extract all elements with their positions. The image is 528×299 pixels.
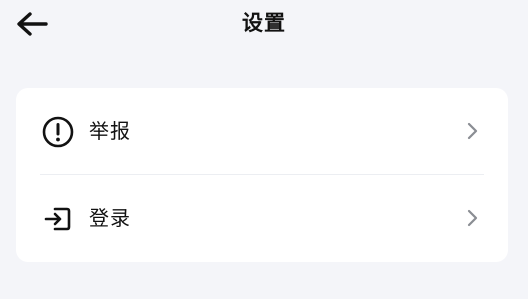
- login-icon: [44, 207, 71, 231]
- alert-circle-icon: [42, 116, 74, 148]
- page-title: 设置: [242, 11, 286, 35]
- settings-card: 举报 登录: [16, 88, 508, 262]
- settings-item-label: 举报: [89, 119, 131, 143]
- chevron-right-icon: [467, 122, 478, 140]
- settings-item-login[interactable]: 登录: [16, 175, 508, 261]
- settings-item-label: 登录: [89, 206, 131, 230]
- settings-item-report[interactable]: 举报: [16, 88, 508, 174]
- chevron-right-icon: [467, 209, 478, 227]
- top-bar: 设置: [0, 0, 528, 48]
